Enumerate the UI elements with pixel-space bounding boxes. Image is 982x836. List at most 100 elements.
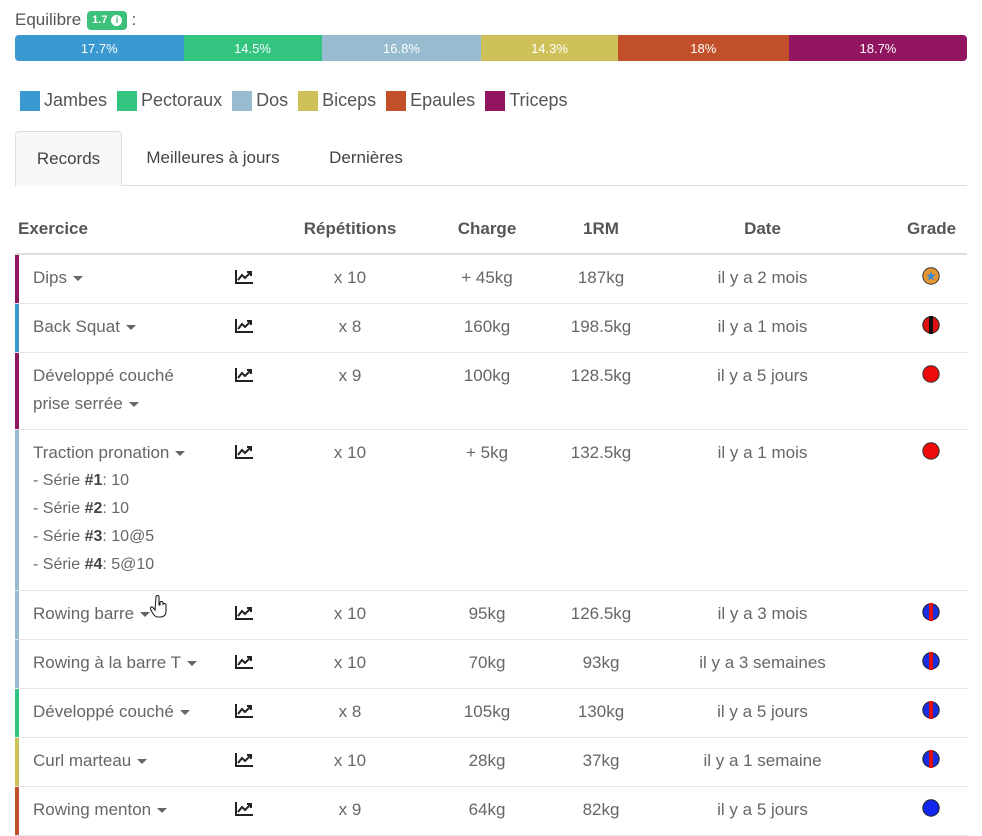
header-1rm[interactable]: 1RM: [551, 219, 651, 239]
tab-latest[interactable]: Dernières: [310, 131, 422, 184]
chart-line-icon[interactable]: [234, 444, 254, 465]
caret-down-icon[interactable]: [137, 759, 148, 765]
reps-cell: x 10: [333, 653, 367, 672]
reps-cell: x 9: [338, 366, 362, 385]
legend-item-epaules: Epaules: [386, 90, 475, 111]
reps-cell: x 8: [338, 317, 362, 336]
exercise-name: Rowing à la barre T: [33, 653, 182, 672]
caret-down-icon[interactable]: [175, 451, 186, 457]
exercise-name: Dips: [33, 268, 68, 287]
exercise-cell[interactable]: Back Squat: [33, 313, 223, 341]
table-row[interactable]: Traction pronation - Série #1: 10 - Série …: [15, 430, 967, 591]
series-value: : 10@5: [102, 528, 155, 545]
legend-swatch: [232, 90, 253, 111]
hand-pointer-icon: [150, 595, 167, 618]
caret-down-icon[interactable]: [179, 710, 190, 716]
table-row[interactable]: Développé couché prise serrée x 9 100kg 128.…: [15, 353, 967, 430]
series-line: - Série #3: 10@5: [33, 523, 223, 551]
chart-line-icon[interactable]: [234, 605, 254, 626]
exercise-cell[interactable]: Curl marteau: [33, 747, 223, 775]
reps-cell: x 9: [338, 800, 362, 819]
exercise-cell[interactable]: Développé couché prise serrée: [33, 362, 223, 418]
date-cell: il y a 3 mois: [717, 604, 808, 623]
legend-item-jambes: Jambes: [20, 90, 107, 111]
chart-line-icon[interactable]: [234, 318, 254, 339]
exercise-name: Curl marteau: [33, 751, 132, 770]
exercise-name: Traction pronation: [33, 443, 170, 462]
header-date[interactable]: Date: [665, 219, 860, 239]
exercise-cell[interactable]: Rowing menton: [33, 796, 223, 824]
muscle-accent-bar: [15, 640, 19, 688]
grade-badge-icon: [921, 364, 941, 389]
chart-line-icon[interactable]: [234, 703, 254, 724]
exercise-cell[interactable]: Traction pronation - Série #1: 10 - Série …: [33, 439, 223, 579]
balance-progress-bar: 17.7% 14.5% 16.8% 14.3% 18% 18.7%: [15, 35, 967, 61]
legend-item-triceps: Triceps: [485, 90, 568, 111]
charge-cell: 28kg: [468, 751, 506, 770]
table-row[interactable]: Back Squat x 8 160kg 198.5kg il y a 1 mois: [15, 304, 967, 353]
muscle-accent-bar: [15, 255, 19, 303]
exercise-cell[interactable]: Rowing à la barre T: [33, 649, 223, 677]
grade-badge-icon: [921, 700, 941, 725]
series-prefix: - Série: [33, 556, 85, 573]
tab-records[interactable]: Records: [15, 131, 122, 187]
records-table-body: Dips x 10 + 45kg 187kg il y a 2 mois Back Squ…: [15, 255, 967, 836]
table-row[interactable]: Développé couché x 8 105kg 130kg il y a 5 jo…: [15, 689, 967, 738]
series-value: : 10: [102, 500, 130, 517]
table-row[interactable]: Dips x 10 + 45kg 187kg il y a 2 mois: [15, 255, 967, 304]
charge-cell: 160kg: [463, 317, 511, 336]
chart-line-icon[interactable]: [234, 801, 254, 822]
legend-item-biceps: Biceps: [298, 90, 376, 111]
series-value: : 10: [102, 472, 130, 489]
grade-badge-icon: [921, 315, 941, 340]
chart-line-icon[interactable]: [234, 752, 254, 773]
exercise-cell[interactable]: Rowing barre: [33, 600, 223, 628]
caret-down-icon[interactable]: [187, 661, 198, 667]
tab-daily-best[interactable]: Meilleures à jours: [128, 131, 298, 184]
balance-segment-triceps: 18.7%: [788, 35, 967, 61]
legend-label: Triceps: [509, 90, 568, 110]
grade-badge-icon: [921, 651, 941, 676]
exercise-name: Rowing menton: [33, 800, 152, 819]
series-line: - Série #1: 10: [33, 467, 223, 495]
chart-line-icon[interactable]: [234, 654, 254, 675]
table-row[interactable]: Curl marteau x 10 28kg 37kg il y a 1 semaine: [15, 738, 967, 787]
exercise-cell[interactable]: Développé couché: [33, 698, 223, 726]
series-number: #3: [84, 528, 103, 545]
caret-down-icon[interactable]: [73, 276, 84, 282]
date-cell: il y a 1 mois: [717, 317, 808, 336]
header-reps[interactable]: Répétitions: [300, 219, 400, 239]
exercise-cell[interactable]: Dips: [33, 264, 223, 292]
legend-label: Jambes: [44, 90, 108, 110]
legend-label: Biceps: [322, 90, 377, 110]
muscle-accent-bar: [15, 591, 19, 639]
one-rm-cell: 93kg: [582, 653, 620, 672]
header-grade[interactable]: Grade: [907, 219, 956, 239]
legend-swatch: [298, 90, 319, 111]
balance-segment-pectoraux: 14.5%: [183, 35, 322, 61]
chart-line-icon[interactable]: [234, 269, 254, 290]
legend-swatch: [386, 90, 407, 111]
muscle-accent-bar: [15, 353, 19, 429]
muscle-accent-bar: [15, 430, 19, 590]
exercise-name-line: Développé couché: [33, 366, 174, 385]
balance-score-badge[interactable]: 1.7 i: [87, 10, 128, 30]
table-row[interactable]: Rowing menton x 9 64kg 82kg il y a 5 jours: [15, 787, 967, 836]
charge-cell: 100kg: [463, 366, 511, 385]
muscle-accent-bar: [15, 304, 19, 352]
caret-down-icon[interactable]: [140, 612, 151, 618]
chart-line-icon[interactable]: [234, 367, 254, 388]
legend-swatch: [20, 90, 40, 111]
balance-segment-epaules: 18%: [617, 35, 789, 61]
table-row[interactable]: Rowing à la barre T x 10 70kg 93kg il y a 3 …: [15, 640, 967, 689]
caret-down-icon[interactable]: [125, 325, 136, 331]
header-exercise[interactable]: Exercice: [18, 219, 88, 239]
caret-down-icon[interactable]: [128, 402, 139, 408]
muscle-accent-bar: [15, 689, 19, 737]
grade-badge-icon: [921, 266, 941, 291]
one-rm-cell: 187kg: [577, 268, 625, 287]
info-icon[interactable]: i: [111, 14, 123, 26]
date-cell: il y a 5 jours: [717, 800, 808, 819]
header-charge[interactable]: Charge: [437, 219, 537, 239]
caret-down-icon[interactable]: [157, 808, 168, 814]
